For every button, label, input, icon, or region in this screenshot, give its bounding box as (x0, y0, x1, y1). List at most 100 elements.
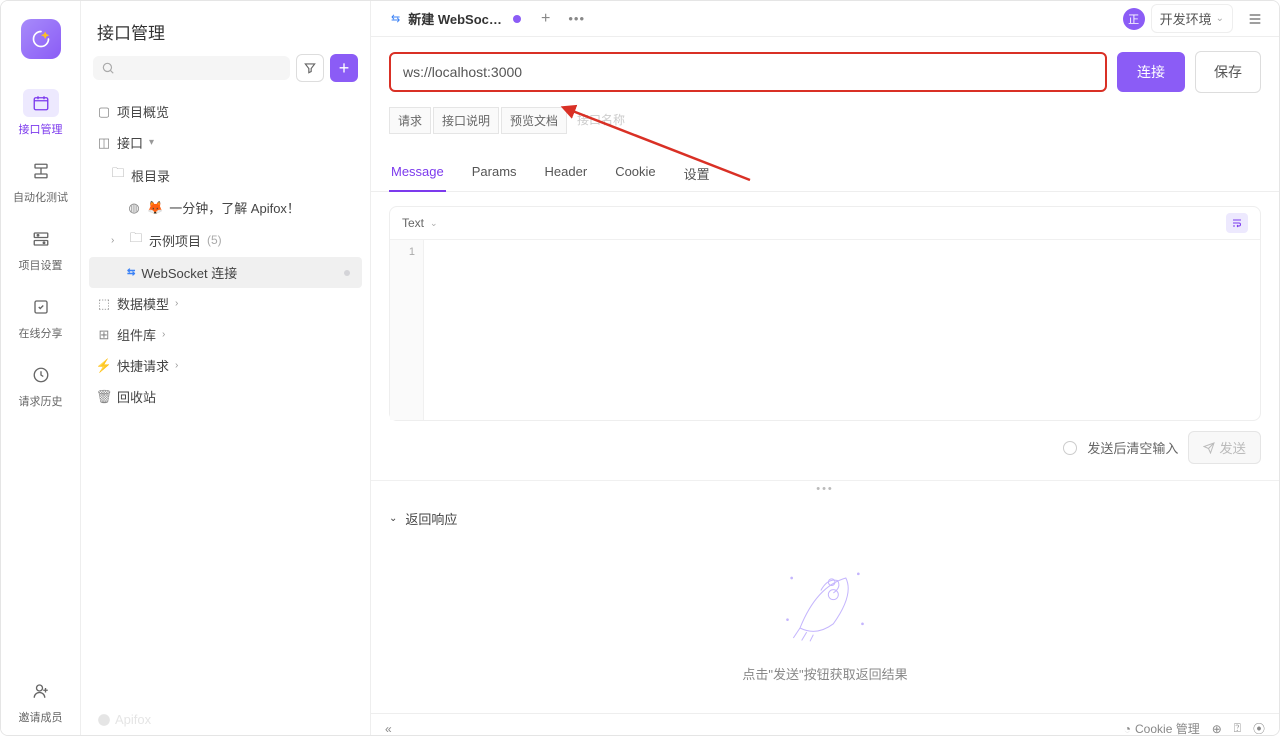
rail-share[interactable]: 在线分享 (1, 283, 80, 351)
settings-icon (32, 230, 50, 248)
add-button[interactable]: + (330, 54, 358, 82)
mode-tab-description[interactable]: 接口说明 (433, 107, 499, 134)
chevron-down-icon: ▾ (149, 137, 161, 148)
left-rail: 接口管理 自动化测试 项目设置 在线分享 请求历史 邀请成员 (1, 1, 81, 735)
tab-cookie[interactable]: Cookie (613, 156, 657, 191)
cube-icon: ⬚ (97, 296, 111, 312)
main-panel: ⇆ 新建 WebSocket 接... + ••• 正 开发环境 ⌄ 连接 保存… (371, 1, 1279, 735)
api-icon: ◫ (97, 135, 111, 151)
request-row: 连接 保存 (371, 37, 1279, 107)
chevron-right-icon: › (111, 235, 123, 246)
trash-icon: 🗑 (97, 389, 111, 405)
collapse-button[interactable]: « (385, 722, 392, 736)
footer-add-button[interactable]: ⊕ (1212, 722, 1222, 736)
folder-icon: 🗀 (129, 229, 143, 251)
bolt-icon: ⚡ (97, 358, 111, 374)
tree-root-dir[interactable]: 🗀 根目录 (89, 158, 362, 192)
flow-icon (32, 162, 50, 180)
mode-tab-preview[interactable]: 预览文档 (501, 107, 567, 134)
chevron-right-icon: › (175, 298, 187, 309)
resize-handle[interactable]: ••• (371, 480, 1279, 497)
filter-button[interactable] (296, 54, 324, 82)
chevron-down-icon: ⌄ (1216, 13, 1224, 24)
active-dot-icon (344, 270, 350, 276)
hamburger-button[interactable] (1241, 7, 1269, 31)
word-wrap-button[interactable] (1226, 213, 1248, 233)
tree-overview[interactable]: ▢ 项目概览 (89, 96, 362, 127)
tree-intro-doc[interactable]: ◍ 🦊 一分钟，了解 Apifox！ (89, 192, 362, 223)
rail-api-manage[interactable]: 接口管理 (1, 79, 80, 147)
rail-project-settings[interactable]: 项目设置 (1, 215, 80, 283)
url-input[interactable] (389, 52, 1107, 92)
tree-components[interactable]: ⊞ 组件库 › (89, 319, 362, 350)
rocket-illustration-icon (775, 558, 875, 648)
components-icon: ⊞ (97, 327, 111, 343)
footer-code-button[interactable]: ⍰ (1234, 721, 1241, 736)
tab-websocket[interactable]: ⇆ 新建 WebSocket 接... (381, 1, 531, 36)
overview-icon: ▢ (97, 104, 111, 120)
mode-tabs: 请求 接口说明 预览文档 接口名称 (371, 107, 1279, 134)
env-badge[interactable]: 正 (1123, 8, 1145, 30)
filter-icon (303, 61, 317, 75)
request-tabs: Message Params Header Cookie 设置 (371, 146, 1279, 192)
response-panel: ⌄ 返回响应 点击"发送"按钮获取返回结果 (371, 497, 1279, 713)
tree-recycle[interactable]: 🗑 回收站 (89, 381, 362, 412)
history-icon (32, 366, 50, 384)
response-hint: 点击"发送"按钮获取返回结果 (742, 664, 907, 683)
search-input[interactable] (93, 56, 290, 80)
message-editor[interactable]: 1 (390, 240, 1260, 420)
connect-button[interactable]: 连接 (1117, 52, 1185, 92)
user-plus-icon (32, 682, 50, 700)
search-icon (101, 61, 115, 75)
editor-gutter: 1 (390, 240, 424, 420)
tab-bar: ⇆ 新建 WebSocket 接... + ••• 正 开发环境 ⌄ (371, 1, 1279, 37)
footer-help-button[interactable]: ⦿ (1253, 720, 1265, 736)
menu-icon (1247, 11, 1263, 27)
editor-body[interactable] (424, 240, 1260, 420)
tab-message[interactable]: Message (389, 156, 446, 192)
tree-websocket-item[interactable]: ⇆ WebSocket 连接 (89, 257, 362, 288)
tab-more-button[interactable]: ••• (560, 5, 593, 32)
tab-header[interactable]: Header (543, 156, 590, 191)
unsaved-dot-icon (513, 15, 521, 23)
cookie-manage-button[interactable]: ◔Cookie 管理 (1124, 720, 1200, 736)
sidebar-title: 接口管理 (81, 1, 370, 54)
clear-after-send-checkbox[interactable] (1063, 441, 1077, 455)
tab-params[interactable]: Params (470, 156, 519, 191)
clear-after-send-label: 发送后清空输入 (1087, 438, 1178, 457)
env-select[interactable]: 开发环境 ⌄ (1151, 4, 1233, 33)
websocket-icon: ⇆ (391, 12, 400, 25)
sidebar-search-row: + (81, 54, 370, 92)
tab-settings[interactable]: 设置 (682, 156, 712, 191)
folder-icon: 🗀 (111, 164, 125, 186)
rail-invite[interactable]: 邀请成员 (1, 667, 80, 735)
tree-api-root[interactable]: ◫ 接口 ▾ (89, 127, 362, 158)
response-toggle[interactable]: ⌄ 返回响应 (389, 509, 1261, 528)
send-icon (1203, 442, 1215, 454)
mode-tab-request[interactable]: 请求 (389, 107, 431, 134)
save-button[interactable]: 保存 (1195, 51, 1261, 93)
chevron-right-icon: › (175, 360, 187, 371)
tree-quick-request[interactable]: ⚡ 快捷请求 › (89, 350, 362, 381)
sidebar-tree: ▢ 项目概览 ◫ 接口 ▾ 🗀 根目录 ◍ 🦊 一分钟，了解 Apifox！ ›… (81, 92, 370, 704)
send-button[interactable]: 发送 (1188, 431, 1261, 464)
rail-automation[interactable]: 自动化测试 (1, 147, 80, 215)
websocket-icon: ⇆ (127, 267, 135, 278)
wrap-icon (1231, 217, 1243, 229)
app-logo (21, 19, 61, 59)
tree-data-model[interactable]: ⬚ 数据模型 › (89, 288, 362, 319)
response-empty-state: 点击"发送"按钮获取返回结果 (389, 528, 1261, 701)
tab-add-button[interactable]: + (531, 4, 560, 34)
chevron-right-icon: › (162, 329, 174, 340)
rail-history[interactable]: 请求历史 (1, 351, 80, 419)
tab-title: 新建 WebSocket 接... (408, 9, 505, 28)
tree-example-project[interactable]: › 🗀 示例项目 (5) (89, 223, 362, 257)
message-format-select[interactable]: Text ⌄ (390, 207, 1260, 240)
share-icon (32, 298, 50, 316)
logo-mark-icon (97, 713, 111, 727)
calendar-icon (32, 94, 50, 112)
message-footer: 发送后清空输入 发送 (371, 421, 1279, 480)
brand-watermark: Apifox (81, 704, 370, 735)
chevron-down-icon: ⌄ (389, 513, 397, 524)
chevron-down-icon: ⌄ (430, 218, 438, 229)
